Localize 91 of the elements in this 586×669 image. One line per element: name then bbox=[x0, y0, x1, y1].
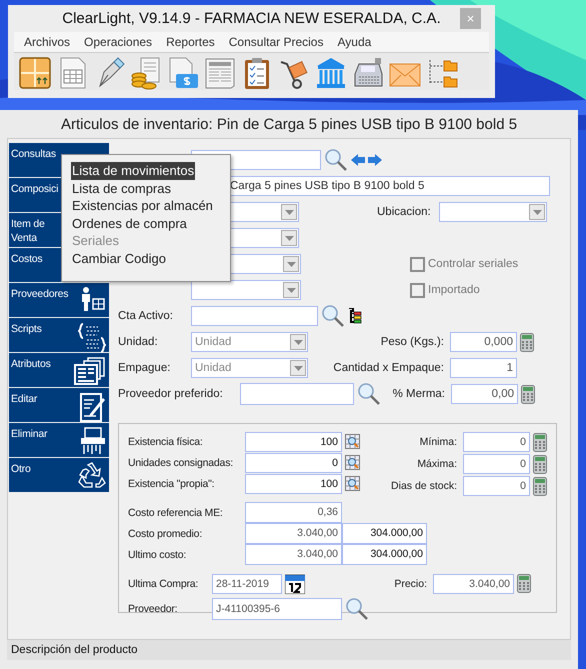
calculator-icon[interactable] bbox=[520, 332, 534, 352]
calculator-icon[interactable] bbox=[533, 454, 547, 474]
calculator-icon[interactable] bbox=[521, 384, 535, 404]
menu-item[interactable]: Operaciones bbox=[78, 35, 160, 49]
grid-icon[interactable] bbox=[18, 56, 52, 90]
checkbox-label: Controlar seriales bbox=[428, 258, 518, 270]
date-field[interactable]: 28-11-2019 bbox=[212, 574, 282, 594]
menu-item[interactable]: Archivos bbox=[18, 35, 78, 49]
number-field[interactable]: 100 bbox=[245, 432, 342, 452]
document-stack-icon bbox=[74, 357, 106, 385]
number-field[interactable]: 0,000 bbox=[450, 332, 517, 352]
dropdown[interactable] bbox=[191, 280, 301, 300]
field-label: Empague: bbox=[118, 362, 172, 374]
field-label: Costo referencia ME: bbox=[128, 506, 224, 518]
supplier-field[interactable]: J-41100395-6 bbox=[212, 598, 342, 620]
code-braces-icon bbox=[78, 322, 106, 354]
field-label: Mínima: bbox=[418, 436, 458, 448]
field-label: Costo promedio: bbox=[128, 528, 204, 540]
number-field[interactable]: 0,00 bbox=[451, 384, 518, 404]
search-icon[interactable] bbox=[345, 596, 369, 620]
menu-item[interactable]: Ayuda bbox=[331, 35, 380, 49]
number-field[interactable]: 0 bbox=[245, 452, 342, 472]
field-label: Proveedor: bbox=[128, 602, 178, 614]
dropdown[interactable]: Unidad bbox=[191, 358, 308, 378]
number-field[interactable]: 3.040,00 bbox=[433, 574, 514, 594]
tree-icon[interactable] bbox=[348, 308, 362, 324]
grid-search-icon[interactable] bbox=[345, 434, 360, 449]
field-label: Dias de stock: bbox=[390, 480, 458, 492]
menu-item[interactable]: Lista de movimientos bbox=[71, 162, 196, 180]
number-field: 0,36 bbox=[245, 502, 342, 523]
field-label: Peso (Kgs.): bbox=[380, 336, 445, 348]
field-label: Precio: bbox=[393, 578, 428, 590]
grid-search-icon[interactable] bbox=[345, 455, 360, 470]
number-field: 304.000,00 bbox=[342, 523, 427, 544]
field-label: Cantidad x Empaque: bbox=[332, 362, 445, 374]
dropdown-arrow-icon bbox=[284, 210, 294, 214]
field-label: Ubicacion: bbox=[377, 206, 432, 218]
field-label: Máxima: bbox=[416, 458, 458, 470]
field-label: % Merma: bbox=[392, 388, 446, 400]
shredder-icon bbox=[80, 427, 106, 455]
calculator-icon[interactable] bbox=[533, 476, 547, 496]
calendar-icon[interactable] bbox=[285, 574, 305, 594]
calculator-icon[interactable] bbox=[533, 432, 547, 452]
field-label: Unidades consignadas: bbox=[128, 456, 234, 468]
calculator-icon[interactable] bbox=[517, 574, 531, 593]
sidebar-button[interactable]: Atributos bbox=[9, 353, 109, 387]
sidebar-button[interactable]: Scripts bbox=[9, 318, 109, 352]
sidebar-button[interactable]: Editar bbox=[9, 388, 109, 422]
number-field[interactable]: 0 bbox=[463, 476, 530, 496]
window-title: ClearLight, V9.14.9 - FARMACIA NEW ESERALDA, C.A. bbox=[62, 10, 441, 27]
field-label: Ultima Compra: bbox=[128, 578, 200, 590]
number-field: 3.040,00 bbox=[245, 523, 342, 544]
status-bar: Descripción del producto bbox=[7, 640, 571, 660]
field-label: Existencia física: bbox=[128, 436, 204, 448]
number-field[interactable]: 1 bbox=[450, 358, 517, 378]
dropdown-arrow-icon bbox=[294, 366, 302, 370]
sidebar-button[interactable]: Eliminar bbox=[9, 423, 109, 457]
number-field: 304.000,00 bbox=[342, 544, 427, 565]
supplier-field[interactable] bbox=[240, 383, 354, 405]
number-field[interactable]: 0 bbox=[463, 432, 530, 452]
dropdown-arrow-icon bbox=[286, 262, 296, 266]
search-icon[interactable] bbox=[321, 304, 345, 328]
field-label: Existencia "propia": bbox=[128, 478, 216, 490]
account-field[interactable] bbox=[191, 306, 318, 326]
dropdown[interactable]: Unidad bbox=[191, 332, 308, 352]
next-arrow-icon[interactable] bbox=[368, 154, 382, 166]
number-field[interactable]: 100 bbox=[245, 474, 342, 494]
checkbox-label: Importado bbox=[428, 284, 480, 296]
recycle-icon bbox=[78, 462, 106, 488]
number-field[interactable]: 0 bbox=[463, 454, 530, 474]
newspaper-icon[interactable] bbox=[203, 56, 237, 90]
field-label: Ultimo costo: bbox=[128, 548, 188, 560]
menu-item[interactable]: Reportes bbox=[160, 35, 223, 49]
menu-item[interactable]: Consultar Precios bbox=[222, 35, 332, 49]
search-icon[interactable] bbox=[357, 382, 381, 406]
dropdown-arrow-icon bbox=[294, 340, 302, 344]
sidebar-button[interactable]: Otro bbox=[9, 458, 109, 492]
previous-arrow-icon[interactable] bbox=[351, 154, 365, 166]
dropdown-arrow-icon bbox=[532, 210, 542, 214]
field-label: Cta Activo: bbox=[118, 310, 174, 322]
search-icon[interactable] bbox=[324, 148, 348, 172]
window-title: Articulos de inventario: Pin de Carga 5 pines USB tipo B 9100 bold 5 bbox=[60, 115, 518, 135]
field-label: Proveedor preferido: bbox=[118, 388, 224, 400]
sidebar-button[interactable]: Proveedores bbox=[9, 283, 109, 317]
number-field: 3.040,00 bbox=[245, 544, 342, 565]
person-box-icon bbox=[80, 287, 106, 311]
dropdown-arrow-icon bbox=[286, 288, 296, 292]
dropdown-arrow-icon bbox=[284, 236, 294, 240]
edit-document-icon bbox=[80, 392, 106, 422]
grid-search-icon[interactable] bbox=[345, 476, 360, 491]
field-label: Unidad: bbox=[118, 336, 159, 348]
